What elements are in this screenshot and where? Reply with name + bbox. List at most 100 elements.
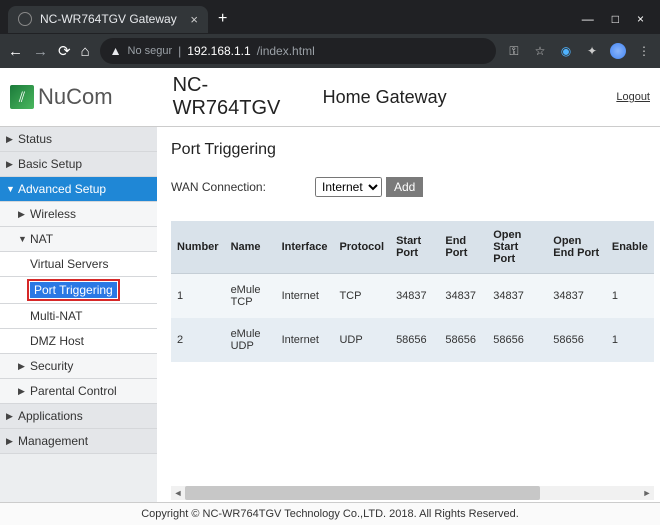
sidebar-item-security[interactable]: ▶Security — [0, 354, 157, 379]
url-path: /index.html — [257, 44, 315, 58]
sidebar-item-multi-nat[interactable]: Multi-NAT — [0, 304, 157, 329]
profile-avatar-icon[interactable] — [610, 43, 626, 59]
chevron-right-icon: ▶ — [6, 159, 14, 170]
back-icon[interactable]: ← — [8, 43, 23, 60]
content-area: Port Triggering WAN Connection: Internet… — [157, 127, 660, 502]
chevron-right-icon: ▶ — [6, 436, 14, 447]
favicon-icon — [18, 12, 32, 26]
cell-name: eMule UDP — [225, 318, 276, 362]
close-window-icon[interactable]: × — [637, 12, 644, 26]
address-bar: ← → ⟳ ⌂ ▲ No segur | 192.168.1.1/index.h… — [0, 34, 660, 68]
col-protocol: Protocol — [333, 221, 390, 274]
cell-interface: Internet — [276, 318, 334, 362]
page-header: ⫽ NuCom NC-WR764TGV Home Gateway Logout — [0, 68, 660, 127]
sidebar-item-nat[interactable]: ▼NAT — [0, 227, 157, 252]
tab-title: NC-WR764TGV Gateway — [40, 12, 177, 26]
sidebar: ▶Status ▶Basic Setup ▼Advanced Setup ▶Wi… — [0, 127, 157, 502]
url-field[interactable]: ▲ No segur | 192.168.1.1/index.html — [100, 38, 496, 64]
menu-icon[interactable]: ⋮ — [636, 43, 652, 59]
col-open-start-port: Open Start Port — [487, 221, 547, 274]
scroll-track[interactable] — [185, 486, 640, 500]
chevron-right-icon: ▶ — [18, 209, 26, 220]
col-start-port: Start Port — [390, 221, 439, 274]
browser-tab[interactable]: NC-WR764TGV Gateway × — [8, 6, 208, 33]
col-open-end-port: Open End Port — [547, 221, 606, 274]
sidebar-item-parental-control[interactable]: ▶Parental Control — [0, 379, 157, 404]
minimize-icon[interactable]: — — [582, 12, 594, 26]
sidebar-item-wireless[interactable]: ▶Wireless — [0, 202, 157, 227]
sidebar-item-dmz-host[interactable]: DMZ Host — [0, 329, 157, 354]
close-icon[interactable]: × — [190, 12, 198, 27]
sidebar-item-basic-setup[interactable]: ▶Basic Setup — [0, 152, 157, 177]
page-title: Port Triggering — [171, 141, 654, 159]
chevron-down-icon: ▼ — [6, 184, 14, 194]
cell-open_end_port: 58656 — [547, 318, 606, 362]
security-label: No segur — [128, 45, 173, 57]
model-name: NC-WR764TGV — [173, 74, 313, 120]
chevron-right-icon: ▶ — [18, 386, 26, 397]
brand-logo: ⫽ NuCom — [10, 84, 113, 110]
sidebar-item-port-triggering[interactable]: Port Triggering — [0, 277, 157, 304]
cell-enable: 1 — [606, 274, 654, 319]
cell-open_end_port: 34837 — [547, 274, 606, 319]
port-trigger-table: Number Name Interface Protocol Start Por… — [171, 221, 654, 362]
star-icon[interactable]: ☆ — [532, 43, 548, 59]
page: ⫽ NuCom NC-WR764TGV Home Gateway Logout … — [0, 68, 660, 525]
cell-start_port: 58656 — [390, 318, 439, 362]
add-button[interactable]: Add — [386, 177, 423, 197]
col-interface: Interface — [276, 221, 334, 274]
cell-number: 2 — [171, 318, 225, 362]
forward-icon[interactable]: → — [33, 43, 48, 60]
chevron-right-icon: ▶ — [6, 134, 14, 145]
cell-name: eMule TCP — [225, 274, 276, 319]
sidebar-item-advanced-setup[interactable]: ▼Advanced Setup — [0, 177, 157, 202]
new-tab-button[interactable]: + — [218, 10, 227, 28]
sidebar-item-applications[interactable]: ▶Applications — [0, 404, 157, 429]
col-number: Number — [171, 221, 225, 274]
toolbar-icons: ⚿ ☆ ◉ ✦ ⋮ — [506, 43, 652, 59]
maximize-icon[interactable]: □ — [612, 12, 619, 26]
cell-protocol: UDP — [333, 318, 390, 362]
reload-icon[interactable]: ⟳ — [58, 42, 71, 60]
cell-number: 1 — [171, 274, 225, 319]
sidebar-item-status[interactable]: ▶Status — [0, 127, 157, 152]
sidebar-item-management[interactable]: ▶Management — [0, 429, 157, 454]
chevron-right-icon: ▶ — [18, 361, 26, 372]
wan-connection-row: WAN Connection: Internet Add — [171, 177, 654, 197]
horizontal-scrollbar[interactable]: ◄ ► — [171, 486, 654, 500]
key-icon[interactable]: ⚿ — [506, 43, 522, 59]
chevron-down-icon: ▼ — [18, 234, 26, 244]
table-row[interactable]: 2eMule UDPInternetUDP5865658656586565865… — [171, 318, 654, 362]
tab-strip: NC-WR764TGV Gateway × + — □ × — [0, 0, 660, 34]
extension-icon[interactable]: ◉ — [558, 43, 574, 59]
scroll-right-icon[interactable]: ► — [640, 488, 654, 498]
cell-start_port: 34837 — [390, 274, 439, 319]
home-icon[interactable]: ⌂ — [81, 43, 90, 60]
separator: | — [178, 44, 181, 58]
url-host: 192.168.1.1 — [187, 44, 250, 58]
wan-label: WAN Connection: — [171, 180, 311, 194]
insecure-icon: ▲ — [110, 44, 122, 58]
cell-open_start_port: 58656 — [487, 318, 547, 362]
page-body: ▶Status ▶Basic Setup ▼Advanced Setup ▶Wi… — [0, 127, 660, 502]
logout-link[interactable]: Logout — [616, 91, 650, 103]
browser-chrome: NC-WR764TGV Gateway × + — □ × ← → ⟳ ⌂ ▲ … — [0, 0, 660, 68]
copyright: Copyright © NC-WR764TGV Technology Co.,L… — [141, 508, 519, 520]
scroll-left-icon[interactable]: ◄ — [171, 488, 185, 498]
scroll-thumb[interactable] — [185, 486, 540, 500]
footer: Copyright © NC-WR764TGV Technology Co.,L… — [0, 502, 660, 525]
col-enable: Enable — [606, 221, 654, 274]
window-controls: — □ × — [582, 12, 652, 26]
cell-end_port: 58656 — [439, 318, 487, 362]
puzzle-icon[interactable]: ✦ — [584, 43, 600, 59]
cell-end_port: 34837 — [439, 274, 487, 319]
col-name: Name — [225, 221, 276, 274]
sidebar-item-virtual-servers[interactable]: Virtual Servers — [0, 252, 157, 277]
wan-select[interactable]: Internet — [315, 177, 382, 197]
table-row[interactable]: 1eMule TCPInternetTCP3483734837348373483… — [171, 274, 654, 319]
chevron-right-icon: ▶ — [6, 411, 14, 422]
cell-protocol: TCP — [333, 274, 390, 319]
brand-name: NuCom — [38, 84, 113, 110]
cell-open_start_port: 34837 — [487, 274, 547, 319]
logo-mark-icon: ⫽ — [10, 85, 34, 109]
